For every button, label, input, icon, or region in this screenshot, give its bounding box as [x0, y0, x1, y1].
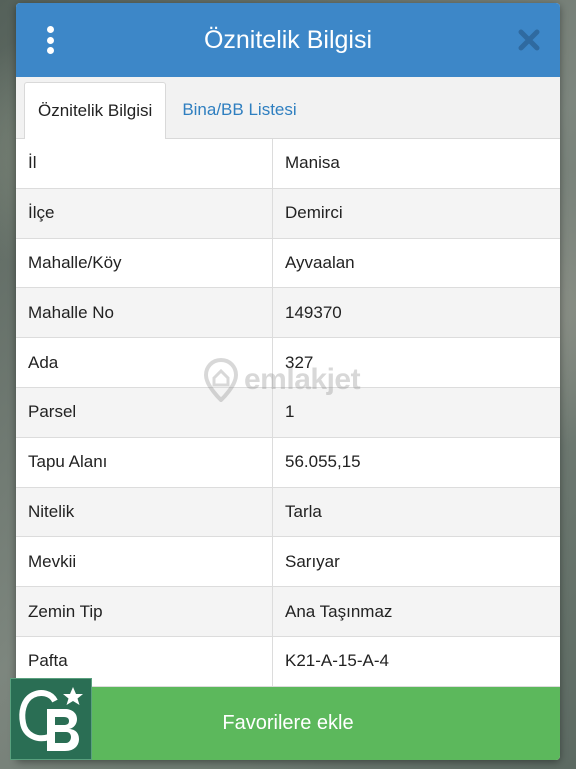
row-value: Sarıyar — [285, 551, 340, 571]
tab-attribute-info[interactable]: Öznitelik Bilgisi — [24, 82, 167, 139]
tab-building-list[interactable]: Bina/BB Listesi — [166, 82, 309, 138]
row-label: Parsel — [16, 387, 273, 437]
tab-bar: Öznitelik Bilgisi Bina/BB Listesi — [16, 77, 560, 139]
table-row: Ada 327 — [16, 338, 560, 388]
attribute-info-dialog: Öznitelik Bilgisi Öznitelik Bilgisi Bina… — [16, 3, 560, 760]
table-row: Pafta K21-A-15-A-4 — [16, 636, 560, 687]
row-value: Ana Taşınmaz — [285, 601, 393, 621]
dialog-header: Öznitelik Bilgisi — [16, 3, 560, 77]
row-value: 56.055,15 — [285, 452, 361, 472]
table-row: Mahalle/Köy Ayvaalan — [16, 238, 560, 289]
table-row: İlçe Demirci — [16, 188, 560, 239]
row-label: İl — [16, 139, 273, 188]
add-to-favorites-button[interactable]: Favorilere ekle — [16, 687, 560, 760]
close-icon[interactable] — [516, 27, 542, 53]
row-value: 1 — [285, 402, 295, 422]
table-row: Tapu Alanı 56.055,15 — [16, 437, 560, 488]
row-label: Ada — [16, 338, 273, 387]
row-label: Mahalle No — [16, 288, 273, 338]
row-value: 327 — [285, 352, 314, 372]
more-vertical-icon[interactable] — [44, 26, 56, 54]
dialog-title: Öznitelik Bilgisi — [203, 25, 373, 54]
row-value: Ayvaalan — [285, 252, 355, 272]
row-value: 149370 — [285, 302, 342, 322]
attribute-table: İl Manisa İlçe Demirci Mahalle/Köy Ayvaa… — [16, 139, 560, 687]
row-label: Zemin Tip — [16, 587, 273, 636]
table-row: İl Manisa — [16, 139, 560, 189]
row-label: Mahalle/Köy — [16, 238, 273, 288]
table-row: Zemin Tip Ana Taşınmaz — [16, 587, 560, 637]
row-value: Manisa — [285, 153, 340, 173]
table-row: Mevkii Sarıyar — [16, 537, 560, 588]
cb-logo — [10, 678, 92, 760]
row-label: İlçe — [16, 188, 273, 238]
table-row: Parsel 1 — [16, 387, 560, 438]
row-label: Nitelik — [16, 487, 273, 537]
row-label: Tapu Alanı — [16, 437, 273, 487]
row-value: K21-A-15-A-4 — [285, 651, 389, 671]
cb-logo-graphic — [19, 687, 83, 751]
table-row: Nitelik Tarla — [16, 487, 560, 538]
table-row: Mahalle No 149370 — [16, 288, 560, 339]
row-label: Mevkii — [16, 537, 273, 587]
row-value: Demirci — [285, 203, 343, 223]
row-value: Tarla — [285, 501, 322, 521]
